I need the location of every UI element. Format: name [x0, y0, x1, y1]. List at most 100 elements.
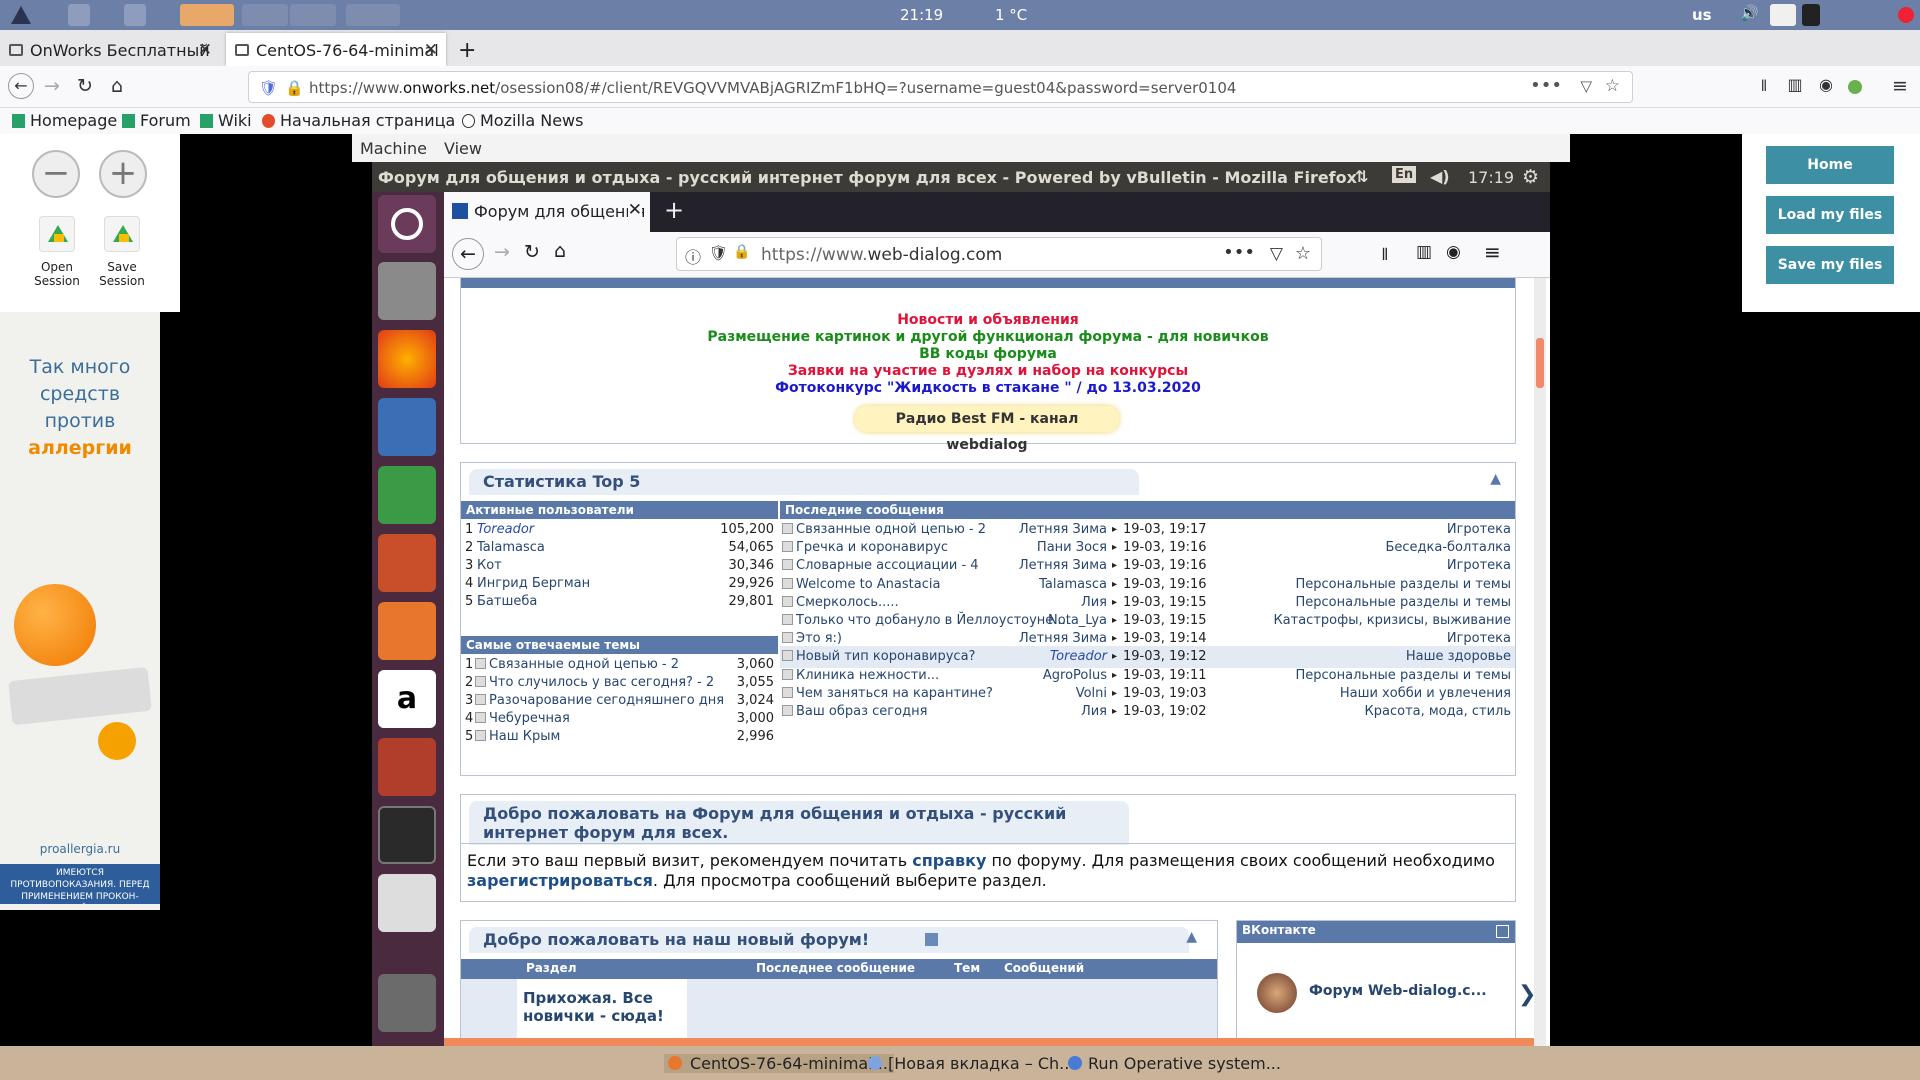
forum-link[interactable]: Игротека [1447, 558, 1511, 573]
load-files-button[interactable]: Load my files [1766, 196, 1894, 234]
taskbar-item-run-os[interactable]: Run Operative system... [1066, 1054, 1281, 1073]
lang-indicator[interactable]: En [1392, 166, 1417, 183]
forum-link[interactable]: Красота, мода, стиль [1365, 704, 1511, 719]
library-icon[interactable]: 𝍪 [1752, 75, 1776, 102]
news-link[interactable]: Фотоконкурс "Жидкость в стакане " / до 1… [461, 380, 1515, 397]
scrollbar[interactable] [1534, 278, 1546, 1046]
topic-link[interactable]: Словарные ассоциации - 4 [782, 558, 979, 573]
vm-clock[interactable]: 17:19 [1468, 168, 1514, 187]
account-icon[interactable]: ◉ [1446, 242, 1461, 262]
user-link[interactable]: Лия [1081, 704, 1107, 719]
impress-icon[interactable] [378, 534, 436, 592]
topic-link[interactable]: Смерколось..... [782, 595, 899, 610]
topic-link[interactable]: Только что добануло в Йеллоустоуне.... [782, 613, 1070, 628]
forum-link[interactable]: Наши хобби и увлечения [1340, 686, 1511, 701]
pocket-icon[interactable]: ▽ [1580, 77, 1592, 95]
keyboard-layout[interactable]: us [1692, 6, 1712, 24]
forum-link[interactable]: Персональные разделы и темы [1295, 668, 1511, 683]
topic-link[interactable]: Клиника нежности... [782, 668, 939, 683]
topic-link[interactable]: Это я:) [782, 631, 842, 646]
menu-view[interactable]: View [444, 139, 482, 158]
tray-icon[interactable] [1802, 4, 1820, 26]
advertisement[interactable]: Так много средств против аллергии proall… [0, 312, 160, 910]
forum-link[interactable]: Игротека [1447, 522, 1511, 537]
calc-icon[interactable] [378, 466, 436, 524]
pocket-icon[interactable]: ▽ [1270, 244, 1283, 264]
network-icon[interactable]: ⇅ [1355, 167, 1368, 186]
bookmark-star-icon[interactable]: ☆ [1295, 243, 1311, 264]
user-link[interactable]: AgroPolus [1043, 668, 1107, 683]
user-link[interactable]: Toreador [1050, 649, 1107, 664]
bookmark-mozilla-news[interactable]: Mozilla News [462, 111, 583, 130]
volume-icon[interactable]: 🔊 [1740, 4, 1762, 26]
forum-link[interactable]: Игротека [1447, 631, 1511, 646]
topic-link[interactable]: Что случилось у вас сегодня? - 2 [475, 675, 714, 690]
disk-icon[interactable] [378, 806, 436, 864]
save-disk-icon[interactable] [378, 874, 436, 932]
news-link[interactable]: Размещение картинок и другой функционал … [461, 329, 1515, 346]
url-bar[interactable]: 🛡 🔒 https://www.onworks.net/osession08/#… [248, 71, 1633, 103]
account-icon[interactable]: ◉ [1814, 75, 1838, 94]
topic-link[interactable]: Ваш образ сегодня [782, 704, 927, 719]
topic-link[interactable]: Гречка и коронавирус [782, 540, 948, 555]
topic-link[interactable]: Чебуречная [475, 711, 570, 726]
topic-link[interactable]: Чем заняться на карантине? [782, 686, 993, 701]
user-link[interactable]: Toreador [477, 522, 534, 537]
user-link[interactable]: Лия [1081, 595, 1107, 610]
bookmark-star-icon[interactable]: ☆ [1605, 76, 1620, 96]
home-button[interactable]: Home [1766, 146, 1894, 184]
system-settings-icon[interactable] [378, 738, 436, 796]
inner-url-bar[interactable]: ⓘ 🛡 🔒 https://www.web-dialog.com ••• ▽ ☆ [676, 237, 1322, 271]
register-link[interactable]: зарегистрироваться [467, 871, 653, 890]
page-actions-icon[interactable]: ••• [1223, 242, 1255, 263]
scrollbar-thumb[interactable] [1536, 338, 1544, 388]
user-link[interactable]: Летняя Зима [1019, 522, 1107, 537]
topic-link[interactable]: Наш Крым [475, 729, 560, 744]
bookmark-start-page[interactable]: Начальная страница [262, 111, 455, 130]
window-icon[interactable] [124, 4, 146, 26]
vk-group-link[interactable]: Форум Web-dialog.c... [1309, 983, 1487, 999]
user-link[interactable]: Talamasca [477, 540, 545, 555]
forum-link[interactable]: Персональные разделы и темы [1295, 577, 1511, 592]
forward-button[interactable]: → [494, 241, 510, 263]
volume-icon[interactable]: ◀) [1430, 167, 1450, 186]
forum-link[interactable]: Наше здоровье [1406, 649, 1511, 664]
rss-icon[interactable] [925, 933, 938, 946]
topic-link[interactable]: Разочарование сегодняшнего дня [475, 693, 724, 708]
bookmark-forum[interactable]: Forum [122, 111, 191, 130]
close-icon[interactable] [1898, 7, 1914, 23]
open-session-label[interactable]: Open Session [27, 260, 87, 288]
forward-button[interactable]: → [40, 75, 64, 97]
user-link[interactable]: Nota_Lya [1048, 613, 1107, 628]
workspace-icon[interactable] [242, 4, 288, 26]
zoom-in-button[interactable]: + [99, 150, 147, 198]
user-link[interactable]: Пани Зося [1037, 540, 1107, 555]
zoom-out-button[interactable]: − [32, 150, 80, 198]
back-button[interactable]: ← [452, 238, 484, 270]
reload-button[interactable]: ↻ [524, 241, 540, 263]
collapse-icon[interactable]: ▲ [1490, 471, 1501, 487]
news-link[interactable]: ВВ коды форума [461, 346, 1515, 363]
expand-icon[interactable] [1496, 925, 1509, 938]
new-tab-button[interactable]: + [664, 196, 684, 224]
page-actions-icon[interactable]: ••• [1530, 75, 1562, 96]
close-tab-icon[interactable]: ✕ [627, 200, 642, 220]
dash-icon[interactable] [378, 195, 436, 253]
settings-gear-icon[interactable]: ⚙ [1522, 166, 1539, 188]
sidebar-icon[interactable]: ▥ [1783, 75, 1807, 94]
google-drive-icon[interactable] [39, 216, 75, 252]
software-center-icon[interactable] [378, 602, 436, 660]
bookmark-homepage[interactable]: Homepage [12, 111, 117, 130]
tab-centos[interactable]: CentOS-76-64-minimal ✕ [226, 33, 446, 66]
extension-icon[interactable] [1848, 80, 1862, 94]
home-button[interactable]: ⌂ [554, 240, 566, 262]
sidebar-icon[interactable]: ▥ [1416, 242, 1432, 262]
topic-link[interactable]: Welcome to Anastacia [782, 577, 940, 592]
inner-tab[interactable]: Форум для общения и о ✕ [444, 192, 650, 232]
save-files-button[interactable]: Save my files [1766, 246, 1894, 284]
forum-link[interactable]: Катастрофы, кризисы, выживание [1273, 613, 1511, 628]
forum-section-link[interactable]: Прихожая. Все новички - сюда! [523, 989, 673, 1025]
user-link[interactable]: Кот [477, 558, 502, 573]
google-drive-icon[interactable] [104, 216, 140, 252]
firefox-icon[interactable] [378, 330, 436, 388]
